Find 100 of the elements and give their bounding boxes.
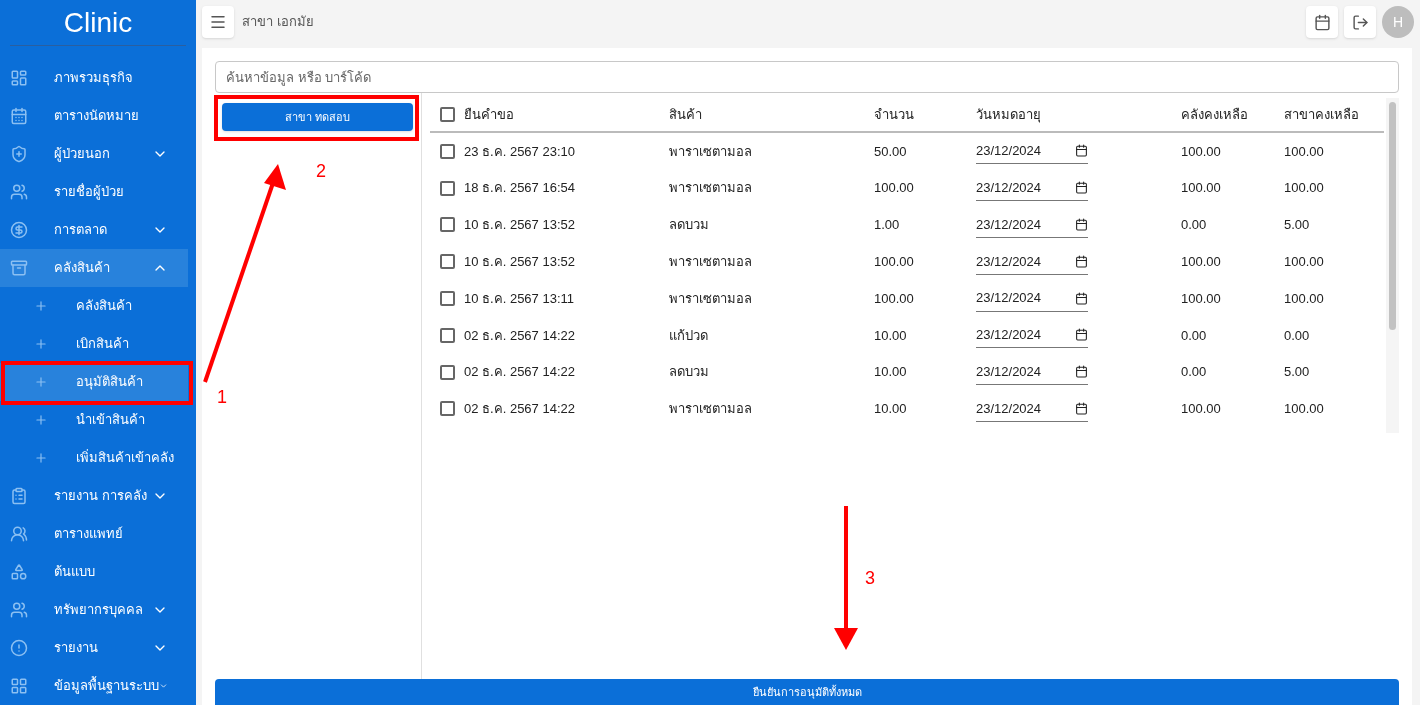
column-header: จำนวน bbox=[874, 105, 915, 124]
sidebar-label: การตลาด bbox=[54, 221, 107, 240]
archive-box-icon bbox=[10, 259, 28, 277]
checkbox[interactable] bbox=[440, 401, 455, 417]
shield-icon bbox=[10, 145, 28, 163]
sidebar-item[interactable]: ต้นแบบ bbox=[0, 553, 188, 591]
people-icon bbox=[10, 601, 28, 619]
sidebar-label: อนุมัติสินค้า bbox=[76, 373, 143, 392]
sidebar-label: ตารางนัดหมาย bbox=[54, 107, 139, 126]
sidebar-label: คลังสินค้า bbox=[76, 297, 132, 316]
sidebar-item[interactable]: รายงาน bbox=[0, 629, 188, 667]
table-cell-text: 23 ธ.ค. 2567 23:10 bbox=[464, 142, 576, 161]
branch-button[interactable]: สาขา ทดสอบ bbox=[222, 103, 413, 131]
date-field[interactable]: 23/12/2024 bbox=[976, 175, 1088, 202]
sidebar-item[interactable]: รายงาน การคลัง bbox=[0, 477, 188, 515]
sidebar-label: ตารางแพทย์ bbox=[54, 525, 123, 544]
sidebar-subitem[interactable]: เพิ่มสินค้าเข้าคลัง bbox=[0, 439, 188, 477]
checkbox[interactable] bbox=[440, 364, 455, 380]
date-field[interactable]: 23/12/2024 bbox=[976, 285, 1088, 312]
date-field[interactable]: 23/12/2024 bbox=[976, 322, 1088, 349]
table-cell-text: 10.00 bbox=[874, 326, 908, 345]
dashboard-icon bbox=[10, 69, 28, 87]
branch-title: สาขา เอกมัย bbox=[242, 13, 314, 32]
sidebar-label: ข้อมูลพื้นฐานระบบ bbox=[54, 676, 159, 696]
sidebar-label: รายชื่อผู้ป่วย bbox=[54, 182, 124, 202]
date-field[interactable]: 23/12/2024 bbox=[976, 212, 1088, 238]
table-cell-text: 100.00 bbox=[1284, 142, 1324, 161]
calendar-icon bbox=[1075, 144, 1088, 158]
sidebar-subitem[interactable]: คลังสินค้า bbox=[0, 287, 188, 325]
calendar-button[interactable] bbox=[1306, 6, 1338, 38]
checkbox[interactable] bbox=[440, 327, 455, 343]
sidebar-item[interactable]: การตลาด bbox=[0, 211, 188, 249]
table-cell-text: 10.00 bbox=[874, 363, 908, 382]
date-field[interactable]: 23/12/2024 bbox=[976, 138, 1088, 165]
shapes-icon bbox=[10, 563, 28, 581]
column-header: วันหมดอายุ bbox=[976, 105, 1042, 125]
sidebar-item[interactable]: ตารางนัดหมาย bbox=[0, 97, 188, 135]
column-header: คลังคงเหลือ bbox=[1181, 105, 1249, 124]
sidebar-item[interactable]: ทรัพยากรบุคคล bbox=[0, 591, 188, 629]
sidebar-label: คลังสินค้า bbox=[54, 259, 110, 278]
table-cell-text: 100.00 bbox=[1284, 179, 1324, 198]
table-cell-text: 5.00 bbox=[1284, 216, 1310, 235]
sidebar-subitem[interactable]: อนุมัติสินค้า bbox=[0, 363, 188, 401]
menu-button[interactable] bbox=[202, 6, 234, 38]
calendar-icon bbox=[1075, 365, 1088, 379]
sidebar-item[interactable]: คลังสินค้า bbox=[0, 249, 188, 287]
sidebar-item[interactable]: ผู้ป่วยนอก bbox=[0, 135, 188, 173]
column-header: สินค้า bbox=[669, 105, 703, 124]
sidebar-item[interactable]: ภาพรวมธุรกิจ bbox=[0, 59, 188, 97]
table-cell-text: 100.00 bbox=[1181, 179, 1222, 198]
sidebar-label: ผู้ป่วยนอก bbox=[54, 145, 110, 164]
date-field[interactable]: 23/12/2024 bbox=[976, 359, 1088, 386]
column-header: สาขาคงเหลือ bbox=[1284, 105, 1359, 124]
plus-icon bbox=[34, 413, 48, 427]
table-cell-text: 0.00 bbox=[1284, 326, 1310, 345]
table-cell-text: ลดบวม bbox=[669, 363, 710, 382]
sidebar-item[interactable]: ข้อมูลพื้นฐานระบบ bbox=[0, 667, 188, 705]
people-icon bbox=[10, 183, 28, 201]
sidebar-label: รายงาน การคลัง bbox=[54, 487, 147, 506]
table-cell-text: 10 ธ.ค. 2567 13:52 bbox=[464, 253, 576, 272]
calendar-icon bbox=[1075, 218, 1088, 231]
table-cell-text: 100.00 bbox=[1181, 289, 1222, 308]
checkbox[interactable] bbox=[440, 107, 455, 122]
plus-icon bbox=[34, 337, 48, 351]
table-cell-text: 0.00 bbox=[1181, 363, 1208, 382]
table-cell-text: 0.00 bbox=[1181, 216, 1208, 235]
step-number: 1 bbox=[217, 386, 227, 409]
sidebar-subitem[interactable]: นำเข้าสินค้า bbox=[0, 401, 188, 439]
sidebar-item[interactable]: รายชื่อผู้ป่วย bbox=[0, 173, 188, 211]
checkbox[interactable] bbox=[440, 217, 455, 233]
date-field[interactable]: 23/12/2024 bbox=[976, 395, 1088, 422]
table-cell-text: 100.00 bbox=[874, 289, 915, 308]
table-cell-text: พาราเซตามอล bbox=[669, 289, 753, 308]
date-field[interactable]: 23/12/2024 bbox=[976, 248, 1088, 275]
logout-button[interactable] bbox=[1344, 6, 1376, 38]
sidebar-subitem[interactable]: เบิกสินค้า bbox=[0, 325, 188, 363]
clipboard-icon bbox=[10, 487, 28, 505]
step-number: 3 bbox=[865, 567, 875, 590]
table-cell-text: 100.00 bbox=[1284, 400, 1324, 419]
calendar-icon bbox=[1075, 328, 1088, 342]
plus-icon bbox=[34, 451, 48, 465]
search-field[interactable]: ค้นหาข้อมูล หรือ บาร์โค้ด bbox=[215, 61, 1399, 93]
table-cell-text: พาราเซตามอล bbox=[669, 179, 753, 198]
table-cell-text: 18 ธ.ค. 2567 16:54 bbox=[464, 179, 576, 198]
alert-icon bbox=[10, 639, 28, 657]
calendar-icon bbox=[1313, 13, 1331, 31]
checkbox[interactable] bbox=[440, 143, 455, 159]
checkbox[interactable] bbox=[440, 180, 455, 196]
table-cell-text: 1.00 bbox=[874, 216, 901, 235]
calendar-icon bbox=[1075, 254, 1088, 268]
confirm-all-button[interactable]: ยืนยันการอนุมัติทั้งหมด bbox=[215, 679, 1399, 705]
logout-icon bbox=[1351, 13, 1369, 31]
checkbox[interactable] bbox=[440, 254, 455, 270]
table-cell-text: 5.00 bbox=[1284, 363, 1310, 382]
sidebar-item[interactable]: ตารางแพทย์ bbox=[0, 515, 188, 553]
checkbox[interactable] bbox=[440, 291, 455, 307]
table-cell-text: 10 ธ.ค. 2567 13:52 bbox=[464, 216, 576, 235]
table-cell-text: 100.00 bbox=[1181, 142, 1222, 161]
sidebar-label: ต้นแบบ bbox=[54, 563, 95, 582]
table-cell-text: 10 ธ.ค. 2567 13:11 bbox=[464, 289, 575, 308]
